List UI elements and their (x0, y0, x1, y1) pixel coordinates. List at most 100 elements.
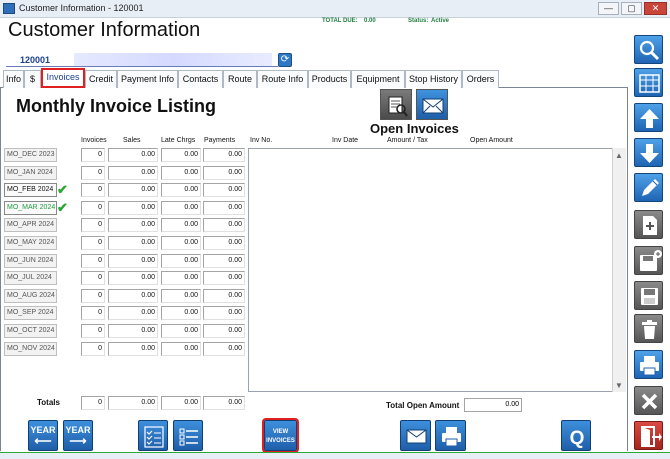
month-sales-value: 0.00 (108, 254, 158, 268)
month-payments-value: 0.00 (203, 324, 245, 338)
month-button[interactable]: MO_MAY 2024 (4, 236, 57, 250)
month-button[interactable]: MO_MAR 2024 (4, 201, 57, 215)
month-payments-value: 0.00 (203, 342, 245, 356)
cancel-button[interactable] (634, 386, 663, 415)
arrow-right-icon: ⟶ (69, 434, 87, 448)
total-payments: 0.00 (203, 396, 245, 410)
print-button[interactable] (435, 420, 466, 451)
search-icon (639, 40, 660, 61)
print-side-button[interactable] (634, 350, 663, 379)
total-due-value: 0.00 (364, 18, 376, 24)
month-invoices-value: 0 (81, 218, 105, 232)
checklist-button[interactable] (138, 420, 168, 451)
maximize-button[interactable]: ▢ (621, 2, 642, 15)
refresh-button[interactable]: ⟳ (278, 53, 292, 67)
month-button[interactable]: MO_JAN 2024 (4, 166, 57, 180)
month-invoices-value: 0 (81, 271, 105, 285)
month-late-value: 0.00 (161, 166, 201, 180)
list-icon (179, 428, 198, 446)
tab-stop-history[interactable]: Stop History (405, 70, 462, 88)
month-late-value: 0.00 (161, 236, 201, 250)
col-payments: Payments (204, 137, 236, 144)
month-payments-value: 0.00 (203, 148, 245, 162)
col-inv-no: Inv No. (250, 137, 273, 144)
tab-invoices[interactable]: Invoices (41, 68, 85, 88)
scroll-down-icon[interactable]: ▼ (615, 381, 623, 390)
exit-button[interactable] (634, 421, 663, 450)
month-button[interactable]: MO_JUN 2024 (4, 254, 57, 268)
month-late-value: 0.00 (161, 201, 201, 215)
open-invoices-grid[interactable] (248, 148, 626, 392)
tab-dollar[interactable]: $ (24, 70, 41, 88)
month-button[interactable]: MO_APR 2024 (4, 218, 57, 232)
printer-icon (442, 427, 461, 447)
month-button[interactable]: MO_JUL 2024 (4, 271, 57, 285)
new-record-button[interactable] (634, 210, 663, 239)
tab-credit[interactable]: Credit (85, 70, 117, 88)
month-button[interactable]: MO_AUG 2024 (4, 289, 57, 303)
delete-button[interactable] (634, 314, 663, 343)
month-payments-value: 0.00 (203, 201, 245, 215)
month-late-value: 0.00 (161, 148, 201, 162)
print-preview-button[interactable] (380, 89, 412, 120)
month-button[interactable]: MO_OCT 2024 (4, 324, 57, 338)
month-invoices-value: 0 (81, 306, 105, 320)
move-up-button[interactable] (634, 103, 663, 132)
month-sales-value: 0.00 (108, 218, 158, 232)
grid-view-icon (639, 74, 660, 93)
app-icon (3, 3, 15, 14)
month-sales-value: 0.00 (108, 271, 158, 285)
month-sales-value: 0.00 (108, 201, 158, 215)
close-window-button[interactable]: ✕ (644, 2, 667, 15)
month-invoices-value: 0 (81, 166, 105, 180)
tab-products[interactable]: Products (308, 70, 351, 88)
edit-button[interactable] (634, 173, 663, 202)
monthly-invoice-listing-title: Monthly Invoice Listing (16, 96, 217, 116)
checklist-icon (144, 426, 164, 448)
month-payments-value: 0.00 (203, 306, 245, 320)
grid-view-button[interactable] (634, 68, 663, 97)
tab-route[interactable]: Route (223, 70, 257, 88)
year-back-button[interactable]: YEAR ⟵ (28, 420, 58, 451)
total-invoices: 0 (81, 396, 105, 410)
search-button[interactable] (634, 35, 663, 64)
email-invoices-button[interactable] (416, 89, 448, 120)
month-invoices-value: 0 (81, 201, 105, 215)
month-button[interactable]: MO_FEB 2024 (4, 183, 57, 197)
move-down-button[interactable] (634, 138, 663, 167)
month-button[interactable]: MO_SEP 2024 (4, 306, 57, 320)
month-sales-value: 0.00 (108, 166, 158, 180)
list-button[interactable] (173, 420, 203, 451)
query-button[interactable]: Q (561, 420, 591, 451)
grid-scrollbar[interactable]: ▲ ▼ (612, 148, 626, 392)
month-late-value: 0.00 (161, 271, 201, 285)
edit-pencil-icon (642, 179, 659, 196)
tab-route-info[interactable]: Route Info (257, 70, 308, 88)
tab-equipment[interactable]: Equipment (351, 70, 405, 88)
view-invoices-button[interactable]: VIEW INVOICES (264, 420, 297, 451)
month-late-value: 0.00 (161, 324, 201, 338)
tab-contacts[interactable]: Contacts (178, 70, 223, 88)
total-open-amount-value: 0.00 (464, 398, 522, 412)
print-preview-icon (388, 96, 408, 117)
total-sales: 0.00 (108, 396, 158, 410)
email-icon (406, 429, 427, 444)
month-invoices-value: 0 (81, 342, 105, 356)
email-button[interactable] (400, 420, 431, 451)
tab-info[interactable]: Info (3, 70, 24, 88)
year-forward-button[interactable]: YEAR ⟶ (63, 420, 93, 451)
open-invoices-title: Open Invoices (370, 121, 459, 136)
month-payments-value: 0.00 (203, 166, 245, 180)
save-new-button[interactable] (634, 246, 663, 275)
minimize-button[interactable]: — (598, 2, 619, 15)
customer-name-field[interactable] (74, 53, 272, 67)
month-button[interactable]: MO_NOV 2024 (4, 342, 57, 356)
month-late-value: 0.00 (161, 254, 201, 268)
scroll-up-icon[interactable]: ▲ (615, 151, 623, 160)
tab-orders[interactable]: Orders (462, 70, 499, 88)
month-sales-value: 0.00 (108, 324, 158, 338)
save-button[interactable] (634, 281, 663, 310)
month-late-value: 0.00 (161, 306, 201, 320)
tab-payment-info[interactable]: Payment Info (117, 70, 178, 88)
month-button[interactable]: MO_DEC 2023 (4, 148, 57, 162)
